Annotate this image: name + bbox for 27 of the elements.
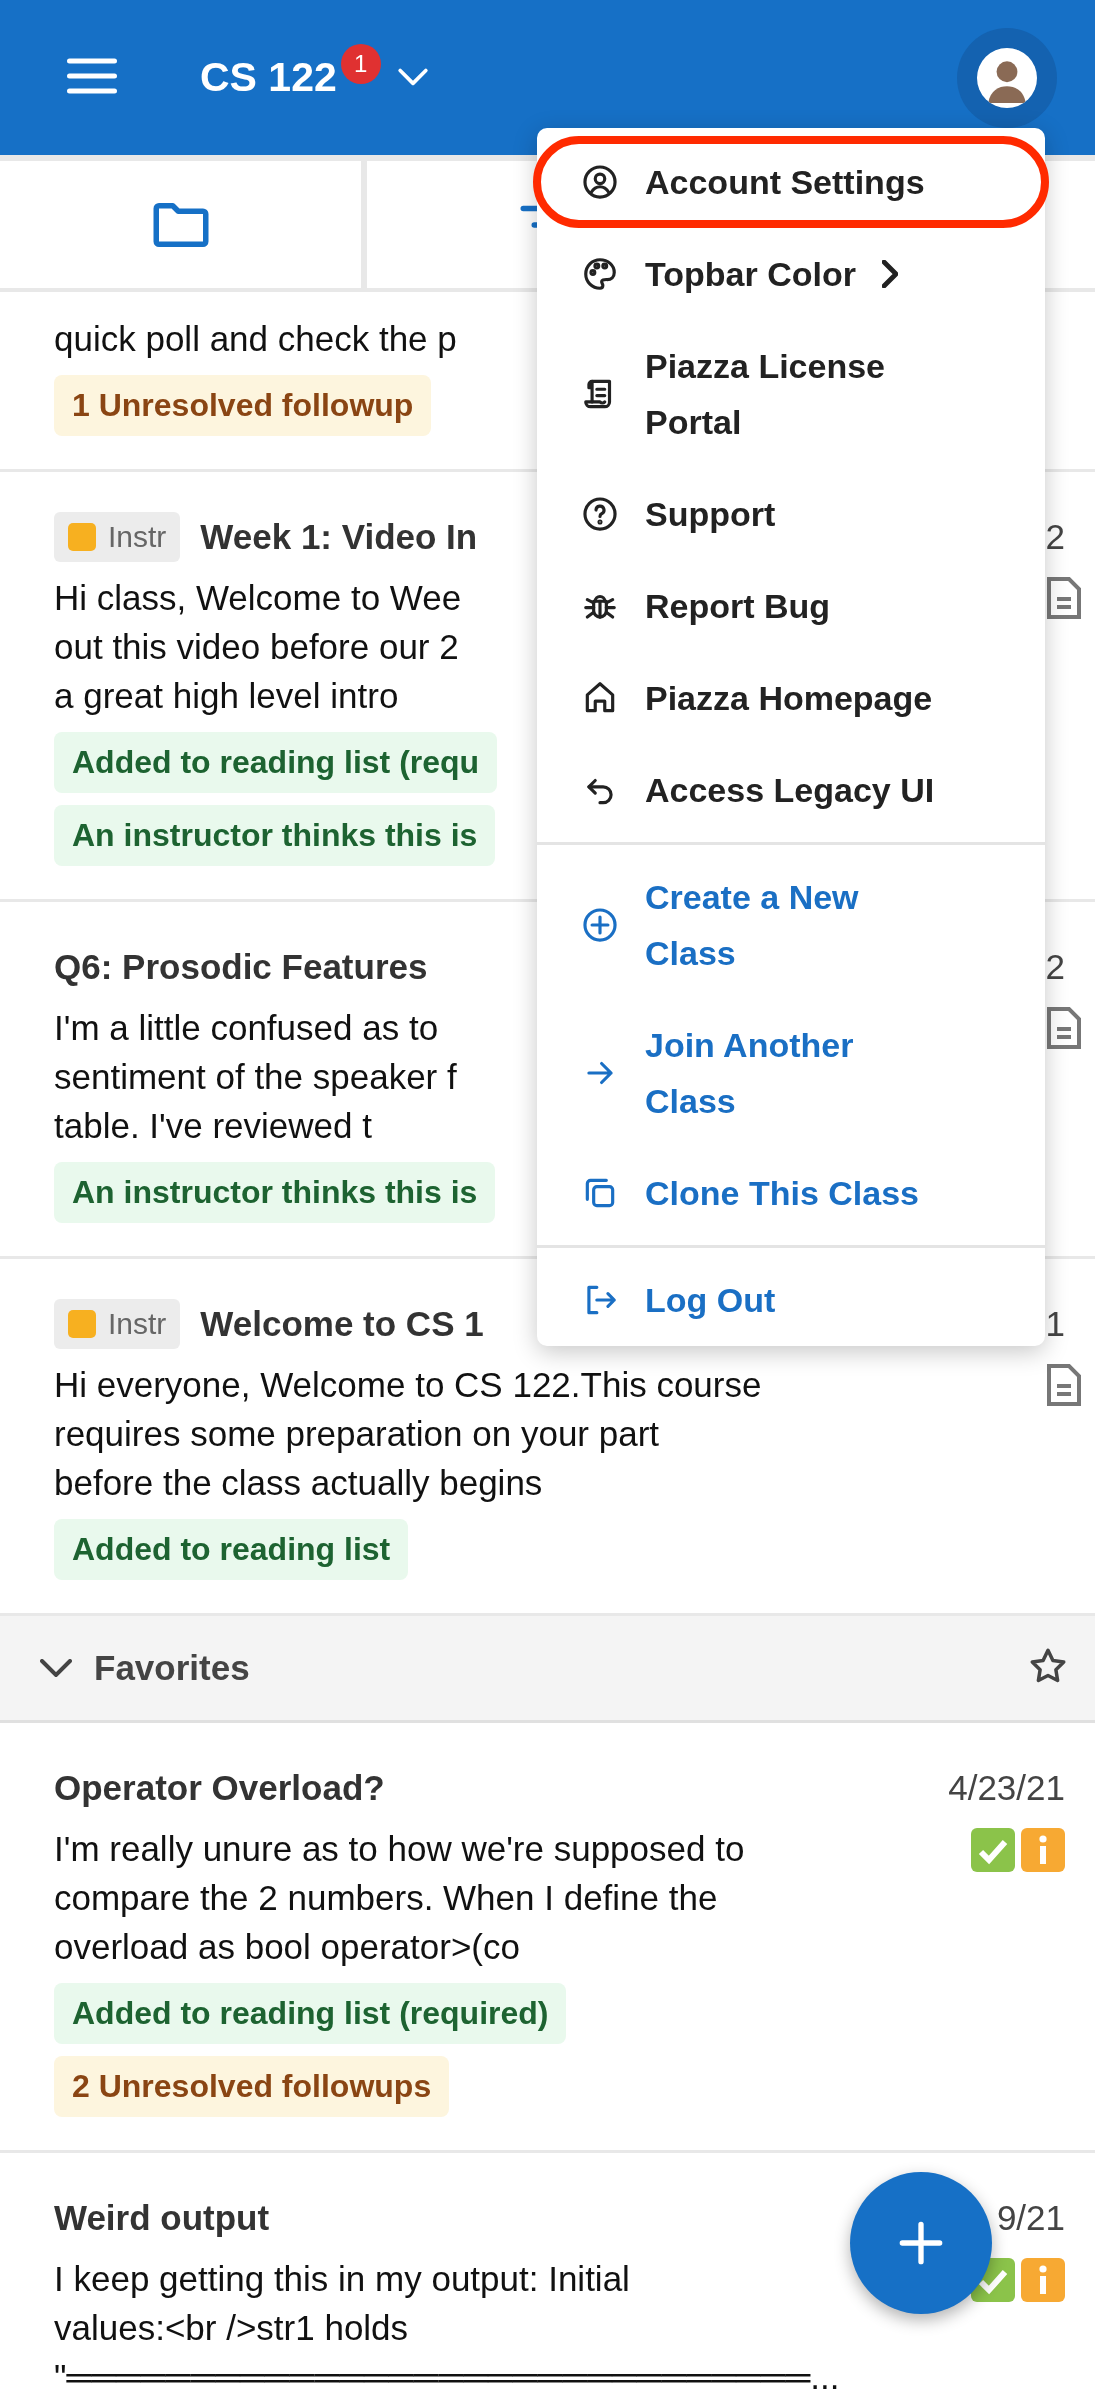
post-date: 9/21 bbox=[996, 2198, 1065, 2238]
reading-list-tag: Added to reading list (required) bbox=[54, 1983, 567, 2044]
post-snippet: I'm really unure as to how we're supposed to compare the 2 numbers. When I define the overload as bool operator>(co bbox=[54, 1828, 745, 1968]
post-date: 2 bbox=[1045, 517, 1065, 557]
notification-badge: 1 bbox=[340, 43, 381, 84]
post-date: 1 bbox=[1045, 1304, 1065, 1344]
reading-list-tag: Added to reading list (requ bbox=[54, 732, 498, 793]
post-title: Welcome to CS 1 bbox=[200, 1304, 484, 1344]
post-snippet: Hi class, Welcome to Wee out this video before our 2 a great high level intro bbox=[54, 577, 462, 717]
post-snippet: quick poll and check the p bbox=[54, 318, 457, 360]
post-date: 2 bbox=[1045, 947, 1065, 987]
instructor-chip: Instr bbox=[54, 1299, 181, 1349]
post-title: Operator Overload? bbox=[54, 1768, 385, 1808]
reading-list-tag: An instructor thinks this is bbox=[54, 1162, 496, 1223]
post-snippet: I keep getting this in my output: Initial values:<br />str1 holds "══════════════════════════════... bbox=[54, 2258, 840, 2398]
followup-tag: 2 Unresolved followups bbox=[54, 2056, 450, 2117]
post-title: Weird output bbox=[54, 2198, 270, 2238]
section-label: Favorites bbox=[94, 1648, 250, 1688]
reading-list-tag: An instructor thinks this is bbox=[54, 805, 496, 866]
followup-tag: 1 Unresolved followup bbox=[54, 375, 432, 436]
post-date: 4/23/21 bbox=[948, 1768, 1065, 1808]
instructor-chip: Instr bbox=[54, 512, 181, 562]
post-snippet: I'm a little confused as to sentiment of the speaker f table. I've reviewed t bbox=[54, 1007, 457, 1147]
post-snippet: Hi everyone, Welcome to CS 122.This course requires some preparation on your part before the class actually begins bbox=[54, 1364, 762, 1504]
post-title: Week 1: Video In bbox=[200, 517, 478, 557]
reading-list-tag: Added to reading list bbox=[54, 1519, 409, 1580]
post-title: Q6: Prosodic Features bbox=[54, 947, 428, 987]
